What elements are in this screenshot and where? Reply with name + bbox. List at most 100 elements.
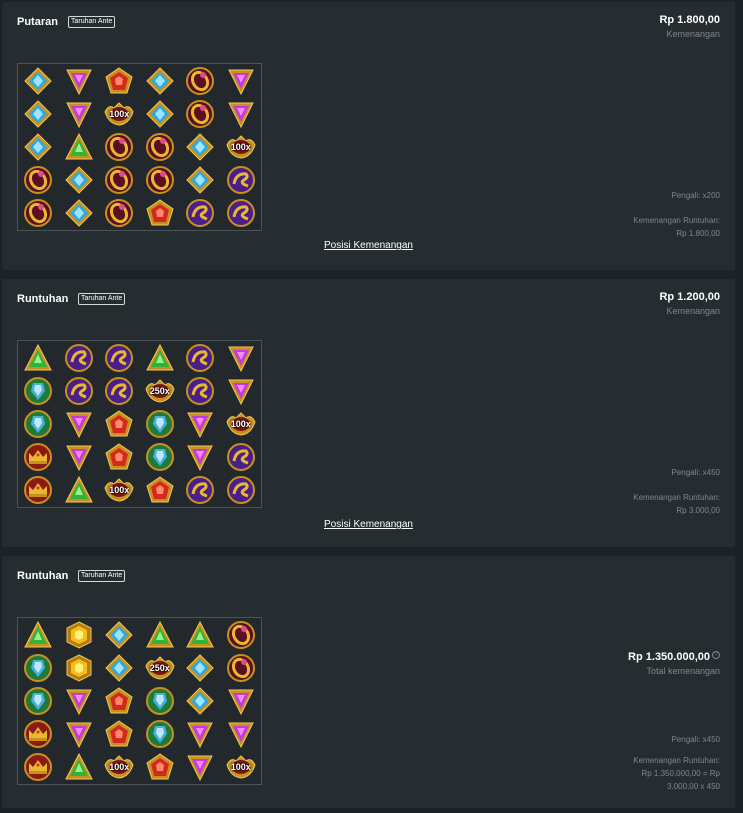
winning-positions-link[interactable]: Posisi Kemenangan (17, 240, 720, 251)
purple-orb-symbol (221, 441, 262, 474)
multiplier-label: 100x (109, 762, 130, 773)
purple-orb-symbol (180, 341, 221, 374)
yellow-hexagon-symbol (59, 618, 100, 651)
winning-positions-link[interactable]: Posisi Kemenangan (17, 519, 720, 530)
purple-orb-symbol (59, 374, 100, 407)
multiplier-label: 100x (109, 485, 130, 496)
purple-triangle-symbol (221, 718, 262, 751)
red-ring-symbol (221, 651, 262, 684)
mult-100x-symbol: 100x (221, 407, 262, 440)
blue-diamond-symbol (140, 97, 181, 130)
purple-orb-symbol (221, 474, 262, 507)
total-win-label: Total kemenangan (646, 666, 720, 676)
blue-diamond-symbol (180, 651, 221, 684)
blue-diamond-symbol (59, 164, 100, 197)
red-pentagon-symbol (99, 441, 140, 474)
red-ring-symbol (140, 164, 181, 197)
total-win-amount: Rp 1.350.000,00? (628, 651, 720, 663)
total-win-value: Rp 1.350.000,00 (628, 651, 710, 663)
green-triangle-symbol (180, 618, 221, 651)
multiplier-label: 100x (230, 141, 251, 152)
red-ring-symbol (99, 164, 140, 197)
red-ring-symbol (99, 130, 140, 163)
cascade-card-2: Runtuhan Taruhan Ante Rp 1.200,00 Kemena… (2, 279, 735, 547)
purple-triangle-symbol (221, 97, 262, 130)
blue-diamond-symbol (99, 651, 140, 684)
card-title: Runtuhan (17, 293, 69, 305)
win-amount: Rp 1.200,00 (659, 291, 720, 303)
purple-orb-symbol (221, 197, 262, 230)
green-orb-symbol (18, 651, 59, 684)
purple-orb-symbol (180, 374, 221, 407)
mult-100x-symbol: 100x (99, 751, 140, 784)
multiplier-label: 250x (149, 662, 170, 673)
green-triangle-symbol (59, 130, 100, 163)
win-label: Kemenangan (666, 306, 720, 316)
green-triangle-symbol (59, 474, 100, 507)
cascade-card-3: Runtuhan Taruhan Ante 250x 100x 100x Rp 1.… (2, 556, 735, 808)
blue-diamond-symbol (18, 64, 59, 97)
multiplier-text: Pengali: x450 (671, 735, 720, 744)
red-ring-symbol (140, 130, 181, 163)
info-icon[interactable]: ? (712, 651, 720, 659)
win-label: Kemenangan (666, 29, 720, 39)
purple-triangle-symbol (59, 64, 100, 97)
green-orb-symbol (140, 407, 181, 440)
green-triangle-symbol (59, 751, 100, 784)
purple-triangle-symbol (180, 441, 221, 474)
red-ring-symbol (18, 197, 59, 230)
green-triangle-symbol (140, 341, 181, 374)
red-pentagon-symbol (140, 474, 181, 507)
green-triangle-symbol (18, 618, 59, 651)
green-orb-symbol (140, 718, 181, 751)
purple-triangle-symbol (221, 374, 262, 407)
mult-100x-symbol: 100x (221, 130, 262, 163)
cascade-win-label: Kemenangan Runtuhan: (633, 216, 720, 225)
purple-triangle-symbol (59, 97, 100, 130)
mult-100x-symbol: 100x (99, 474, 140, 507)
green-orb-symbol (140, 684, 181, 717)
spin-card-1: Putaran Taruhan Ante Rp 1.800,00 Kemenan… (2, 2, 735, 270)
multiplier-label: 100x (230, 762, 251, 773)
red-crown-symbol (18, 441, 59, 474)
purple-orb-symbol (59, 341, 100, 374)
win-amount: Rp 1.800,00 (659, 14, 720, 26)
cascade-win-value: Rp 3.000,00 (676, 506, 720, 515)
purple-triangle-symbol (180, 718, 221, 751)
purple-triangle-symbol (221, 341, 262, 374)
multiplier-text: Pengali: x450 (671, 468, 720, 477)
blue-diamond-symbol (18, 130, 59, 163)
green-triangle-symbol (140, 618, 181, 651)
purple-orb-symbol (221, 164, 262, 197)
multiplier-label: 100x (230, 418, 251, 429)
blue-diamond-symbol (140, 64, 181, 97)
red-ring-symbol (221, 618, 262, 651)
purple-triangle-symbol (59, 718, 100, 751)
blue-diamond-symbol (18, 97, 59, 130)
purple-triangle-symbol (180, 407, 221, 440)
cascade-win-value: Rp 1.800,00 (676, 229, 720, 238)
symbol-grid: 250x 100x 100x (17, 340, 262, 508)
cascade-win-formula: 3.000,00 x 450 (667, 782, 720, 791)
card-title: Runtuhan (17, 570, 69, 582)
card-title: Putaran (17, 16, 58, 28)
cascade-win-label: Kemenangan Runtuhan: (633, 493, 720, 502)
green-triangle-symbol (18, 341, 59, 374)
multiplier-text: Pengali: x200 (671, 191, 720, 200)
ante-badge: Taruhan Ante (78, 570, 126, 582)
multiplier-label: 100x (109, 108, 130, 119)
red-pentagon-symbol (99, 407, 140, 440)
purple-triangle-symbol (180, 751, 221, 784)
cascade-win-value: Rp 1.350.000,00 = Rp (641, 769, 720, 778)
purple-triangle-symbol (59, 684, 100, 717)
blue-diamond-symbol (99, 618, 140, 651)
purple-orb-symbol (99, 341, 140, 374)
red-crown-symbol (18, 474, 59, 507)
purple-orb-symbol (180, 197, 221, 230)
red-ring-symbol (99, 197, 140, 230)
red-ring-symbol (180, 64, 221, 97)
mult-250x-symbol: 250x (140, 651, 181, 684)
symbol-grid: 100x 100x (17, 63, 262, 231)
red-ring-symbol (18, 164, 59, 197)
red-pentagon-symbol (99, 64, 140, 97)
